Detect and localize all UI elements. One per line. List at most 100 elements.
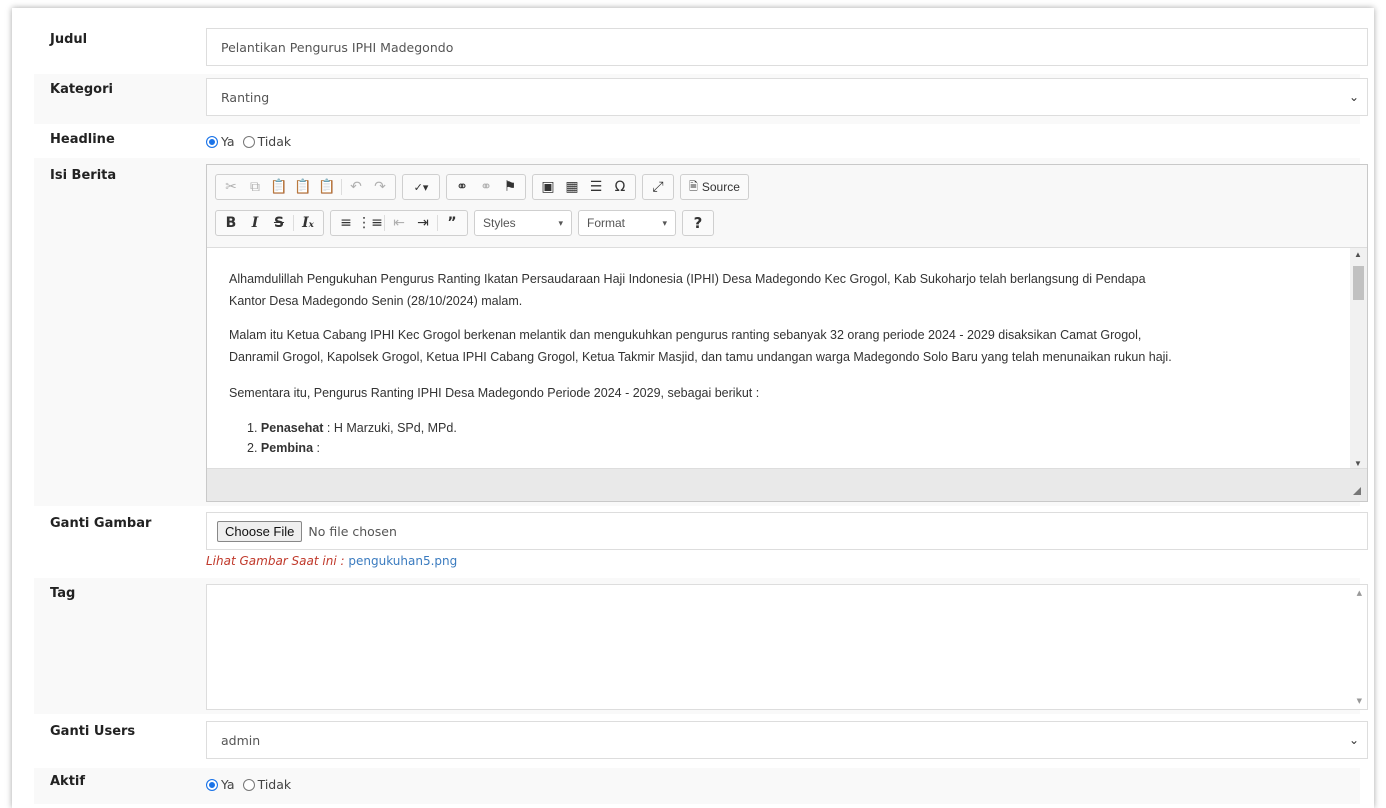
file-input[interactable]: Choose File No file chosen xyxy=(206,512,1368,550)
current-image-line: Lihat Gambar Saat ini : pengukuhan5.png xyxy=(206,554,457,568)
list-item: 1. Penasehat : H Marzuki, SPd, MPd. xyxy=(247,418,457,438)
paragraph-2a: Malam itu Ketua Cabang IPHI Kec Grogol b… xyxy=(229,328,1142,342)
paragraph-1a: Alhamdulillah Pengukuhan Pengurus Rantin… xyxy=(229,272,1146,286)
caret-down-icon: ▾ xyxy=(662,217,667,228)
scroll-up-arrow-icon[interactable]: ▲ xyxy=(1354,250,1362,259)
strike-icon[interactable]: S xyxy=(267,212,291,234)
aktif-radio-group: Ya Tidak xyxy=(206,777,299,792)
basicstyles-group: B I S Iₓ xyxy=(215,210,324,236)
list-term: Penasehat xyxy=(260,421,324,435)
row-aktif: Aktif Ya Tidak xyxy=(34,768,1360,804)
list-text: : H Marzuki, SPd, MPd. xyxy=(323,421,457,435)
judul-input[interactable]: Pelantikan Pengurus IPHI Madegondo xyxy=(206,28,1368,66)
format-label: Format xyxy=(587,216,626,230)
isi-label: Isi Berita xyxy=(50,168,117,183)
row-kategori: Kategori Ranting ⌄ xyxy=(34,74,1368,124)
bold-icon[interactable]: B xyxy=(219,212,243,234)
chevron-down-icon: ⌄ xyxy=(1348,733,1359,747)
source-icon: 🗎 xyxy=(689,180,698,193)
numbered-list-icon[interactable]: ≡ xyxy=(334,212,358,234)
row-ganti-gambar: Ganti Gambar Choose File No file chosen … xyxy=(34,508,1368,578)
aktif-option-ya: Ya xyxy=(221,777,235,792)
undo-icon[interactable]: ↶ xyxy=(344,176,368,198)
post-edit-form: Judul Pelantikan Pengurus IPHI Madegondo… xyxy=(12,8,1374,808)
kategori-select[interactable]: Ranting ⌄ xyxy=(206,78,1368,116)
scroll-down-arrow-icon[interactable]: ▼ xyxy=(1354,459,1362,468)
editor-scrollbar[interactable]: ▲ ▼ xyxy=(1350,248,1367,468)
cut-icon[interactable]: ✂ xyxy=(219,176,243,198)
help-button[interactable]: ? xyxy=(686,212,710,234)
headline-radio-ya[interactable] xyxy=(206,135,218,148)
list-item: 2. Pembina : xyxy=(247,438,457,458)
copy-icon[interactable]: ⧉ xyxy=(243,176,267,198)
paste-text-icon[interactable]: 📋 xyxy=(291,176,315,198)
horizontal-line-icon[interactable]: ☰ xyxy=(584,176,608,198)
toolbar-separator xyxy=(341,179,342,195)
editor-content[interactable]: Alhamdulillah Pengukuhan Pengurus Rantin… xyxy=(207,247,1367,469)
aktif-radio-tidak[interactable] xyxy=(242,778,255,791)
row-judul: Judul Pelantikan Pengurus IPHI Madegondo xyxy=(34,22,1368,72)
scrollbar-thumb[interactable] xyxy=(1353,266,1364,300)
anchor-flag-icon[interactable]: ⚑ xyxy=(498,176,522,198)
blockquote-icon[interactable]: ” xyxy=(440,212,464,234)
insert-group: ▣ ▦ ☰ Ω xyxy=(532,174,636,200)
gambar-label: Ganti Gambar xyxy=(50,516,152,531)
judul-label: Judul xyxy=(50,32,88,47)
kategori-label: Kategori xyxy=(50,82,113,97)
paste-word-icon[interactable]: 📋 xyxy=(315,176,339,198)
remove-format-icon[interactable]: Iₓ xyxy=(296,212,320,234)
table-icon[interactable]: ▦ xyxy=(560,176,584,198)
list-term: Pembina xyxy=(260,441,314,455)
redo-icon[interactable]: ↷ xyxy=(368,176,392,198)
maximize-icon[interactable]: ⤢ xyxy=(646,176,670,198)
headline-radio-group: Ya Tidak xyxy=(206,134,299,149)
image-icon[interactable]: ▣ xyxy=(536,176,560,198)
resize-grip-icon[interactable] xyxy=(1353,487,1361,495)
officer-list: 1. Penasehat : H Marzuki, SPd, MPd. 2. P… xyxy=(247,418,457,458)
chevron-down-icon: ⌄ xyxy=(1348,90,1359,104)
users-value: admin xyxy=(221,732,261,748)
paragraph-3: Sementara itu, Pengurus Ranting IPHI Des… xyxy=(229,386,760,400)
headline-option-tidak: Tidak xyxy=(257,134,292,149)
headline-label: Headline xyxy=(50,132,115,147)
tag-textarea[interactable]: ▲ ▼ xyxy=(206,584,1368,710)
aktif-radio-ya[interactable] xyxy=(206,778,218,791)
link-icon[interactable]: ⚭ xyxy=(450,176,474,198)
styles-dropdown[interactable]: Styles ▾ xyxy=(474,210,572,236)
format-dropdown[interactable]: Format ▾ xyxy=(578,210,676,236)
users-select[interactable]: admin ⌄ xyxy=(206,721,1368,759)
toolbar-separator xyxy=(293,215,294,231)
headline-option-ya: Ya xyxy=(221,134,235,149)
list-text: : xyxy=(313,441,320,455)
unlink-icon[interactable]: ⚭ xyxy=(474,176,498,198)
source-button[interactable]: 🗎 Source xyxy=(680,174,749,200)
aktif-option-tidak: Tidak xyxy=(257,777,292,792)
styles-label: Styles xyxy=(483,216,516,230)
editor-toolbar-row-1: ✂ ⧉ 📋 📋 📋 ↶ ↷ ✓▾ ⚭ ⚭ ⚑ ▣ ▦ ☰ Ω ⤢ 🗎 Sourc… xyxy=(215,173,755,201)
rich-text-editor: ✂ ⧉ 📋 📋 📋 ↶ ↷ ✓▾ ⚭ ⚭ ⚑ ▣ ▦ ☰ Ω ⤢ 🗎 Sourc… xyxy=(206,164,1368,502)
headline-radio-tidak[interactable] xyxy=(242,135,255,148)
toolbar-separator xyxy=(437,215,438,231)
current-image-link[interactable]: pengukuhan5.png xyxy=(348,554,457,568)
spellcheck-icon[interactable]: ✓▾ xyxy=(406,176,436,198)
paste-icon[interactable]: 📋 xyxy=(267,176,291,198)
link-group: ⚭ ⚭ ⚑ xyxy=(446,174,526,200)
list-number: 2. xyxy=(247,441,258,455)
paragraph-2b: Danramil Grogol, Kapolsek Grogol, Ketua … xyxy=(229,350,1172,364)
paragraph-1b: Kantor Desa Madegondo Senin (28/10/2024)… xyxy=(229,294,523,308)
editor-statusbar xyxy=(207,469,1367,501)
outdent-icon[interactable]: ⇤ xyxy=(387,212,411,234)
italic-icon[interactable]: I xyxy=(243,212,267,234)
indent-icon[interactable]: ⇥ xyxy=(411,212,435,234)
caret-down-icon: ▾ xyxy=(558,217,563,228)
help-group: ? xyxy=(682,210,714,236)
toolbar-separator xyxy=(384,215,385,231)
row-headline: Headline Ya Tidak xyxy=(34,126,1360,158)
scroll-up-arrow-icon[interactable]: ▲ xyxy=(1357,589,1362,597)
source-label: Source xyxy=(701,180,740,194)
scroll-down-arrow-icon[interactable]: ▼ xyxy=(1357,697,1362,705)
bulleted-list-icon[interactable]: ⋮≡ xyxy=(357,212,383,234)
tag-label: Tag xyxy=(50,586,76,601)
choose-file-button[interactable]: Choose File xyxy=(217,520,303,542)
special-char-icon[interactable]: Ω xyxy=(608,176,632,198)
